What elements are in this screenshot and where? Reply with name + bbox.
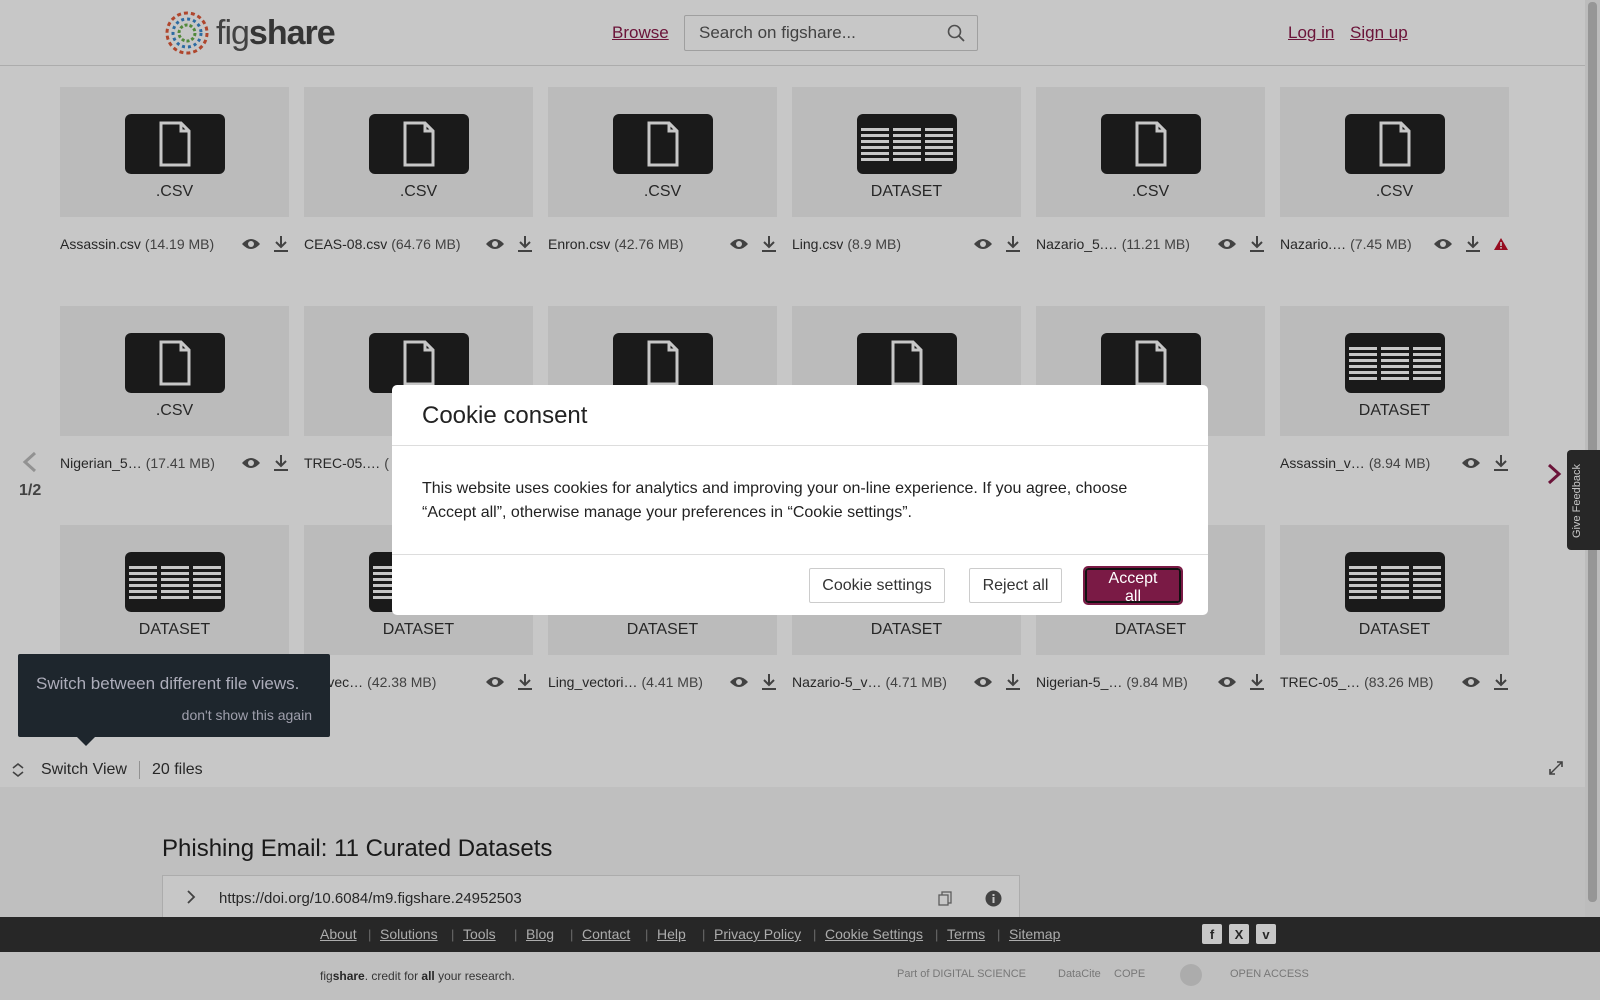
dialog-body: This website uses cookies for analytics …: [422, 480, 1128, 521]
accept-all-button[interactable]: Accept all: [1083, 566, 1183, 605]
divider: [392, 554, 1208, 555]
reject-all-button[interactable]: Reject all: [969, 568, 1062, 603]
divider: [392, 445, 1208, 446]
cookie-consent-dialog: Cookie consent This website uses cookies…: [392, 385, 1208, 615]
dialog-title: Cookie consent: [422, 402, 588, 429]
cookie-settings-button[interactable]: Cookie settings: [809, 568, 945, 603]
